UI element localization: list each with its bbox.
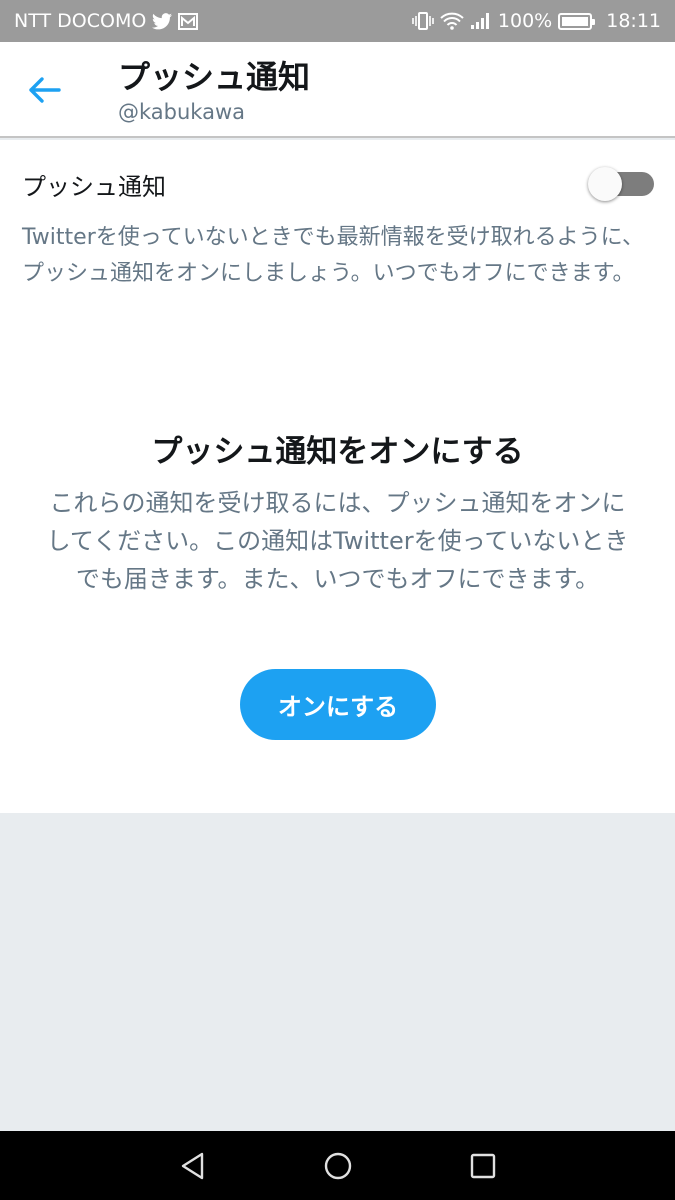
status-right: 100% 18:11 — [412, 10, 661, 32]
push-notification-toggle[interactable] — [588, 167, 656, 201]
account-handle: @kabukawa — [118, 100, 246, 124]
circle-home-icon — [324, 1152, 351, 1179]
wifi-icon — [440, 12, 464, 30]
settings-card: プッシュ通知 Twitterを使っていないときでも最新情報を受け取れるように、プ… — [0, 140, 675, 813]
square-recents-icon — [470, 1153, 495, 1178]
status-left: NTT DOCOMO — [14, 10, 199, 32]
twitter-bird-icon — [152, 12, 173, 30]
push-toggle-label: プッシュ通知 — [22, 172, 166, 201]
back-arrow-icon — [29, 77, 61, 103]
push-toggle-row[interactable]: プッシュ通知 — [22, 164, 656, 204]
enable-prompt-title: プッシュ通知をオンにする — [151, 434, 524, 470]
clock: 18:11 — [606, 10, 661, 32]
system-nav-bar — [0, 1131, 675, 1200]
push-description: Twitterを使っていないときでも最新情報を受け取れるように、プッシュ通知をオ… — [22, 225, 644, 286]
back-button[interactable] — [22, 70, 66, 110]
page-title: プッシュ通知 — [118, 58, 311, 96]
app-header: プッシュ通知 @kabukawa — [0, 42, 675, 138]
turn-on-button[interactable]: オンにする — [240, 669, 436, 740]
carrier-name: NTT DOCOMO — [14, 10, 147, 32]
enable-prompt-body: これらの通知を受け取るには、プッシュ通知をオンにしてください。この通知はTwit… — [46, 489, 629, 593]
nav-recents-button[interactable] — [458, 1141, 508, 1191]
signal-icon — [470, 12, 492, 30]
triangle-back-icon — [181, 1152, 203, 1179]
nav-home-button[interactable] — [313, 1141, 363, 1191]
battery-percent: 100% — [497, 10, 553, 32]
vibrate-icon — [412, 12, 434, 30]
status-bar: NTT DOCOMO 100% 18:11 — [0, 0, 675, 42]
mail-notification-icon — [178, 12, 199, 30]
battery-icon — [558, 12, 596, 30]
toggle-knob — [588, 167, 622, 201]
nav-back-button[interactable] — [168, 1141, 218, 1191]
